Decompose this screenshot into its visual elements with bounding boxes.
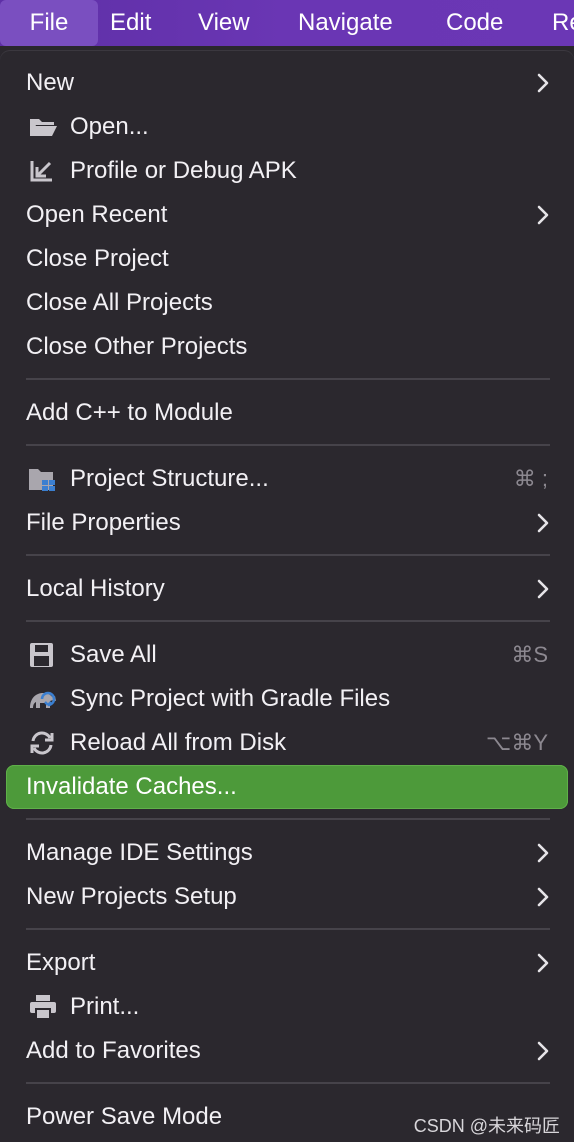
- menu-item-label: Open Recent: [26, 201, 168, 228]
- menu-separator: [26, 554, 550, 556]
- menu-item-close-project[interactable]: Close Project: [0, 237, 574, 281]
- menu-item-shortcut: ⌥⌘Y: [485, 730, 548, 755]
- import-arrow-icon: [30, 161, 52, 182]
- file-menu-dropdown: New Open... Profile or Debug APK Open Re…: [0, 50, 574, 1142]
- chevron-right-icon: [537, 205, 549, 225]
- menubar-navigate[interactable]: Navigate: [298, 0, 393, 46]
- chevron-right-icon: [537, 843, 549, 863]
- menu-item-label: Profile or Debug APK: [70, 157, 297, 184]
- menu-item-label: Manage IDE Settings: [26, 839, 253, 866]
- menu-item-label: File Properties: [26, 509, 181, 536]
- menubar-edit[interactable]: Edit: [110, 0, 151, 46]
- chevron-right-icon: [537, 1041, 549, 1061]
- menu-separator: [26, 378, 550, 380]
- chevron-right-icon: [537, 579, 549, 599]
- menu-separator: [26, 818, 550, 820]
- menu-item-export[interactable]: Export: [0, 941, 574, 985]
- menu-item-label: New: [26, 69, 75, 96]
- menu-item-sync-gradle[interactable]: Sync Project with Gradle Files: [0, 677, 574, 721]
- menu-item-label: Invalidate Caches...: [26, 773, 237, 800]
- menu-item-label: Export: [26, 949, 96, 976]
- menu-item-label: Local History: [26, 575, 165, 602]
- menu-item-open[interactable]: Open...: [0, 105, 574, 149]
- menu-item-label: Add C++ to Module: [26, 399, 233, 426]
- menu-item-label: Reload All from Disk: [70, 729, 287, 756]
- menu-item-label: Close Other Projects: [26, 333, 248, 360]
- menu-item-label: Project Structure...: [70, 465, 269, 492]
- menu-item-new[interactable]: New: [0, 61, 574, 105]
- menu-item-project-structure[interactable]: Project Structure... ⌘ ;: [0, 457, 574, 501]
- menu-separator: [26, 620, 550, 622]
- printer-icon: [30, 995, 56, 1020]
- menubar-code[interactable]: Code: [446, 0, 503, 46]
- chevron-right-icon: [537, 953, 549, 973]
- menu-item-label: Power Save Mode: [26, 1103, 223, 1130]
- menu-item-label: Close Project: [26, 245, 169, 272]
- menu-item-label: Close All Projects: [26, 289, 213, 316]
- chevron-right-icon: [537, 887, 549, 907]
- menu-separator: [26, 444, 550, 446]
- menu-bar: File Edit View Navigate Code Re: [0, 0, 574, 46]
- menu-item-print[interactable]: Print...: [0, 985, 574, 1029]
- menu-item-save-all[interactable]: Save All ⌘S: [0, 633, 574, 677]
- menu-item-add-cpp-to-module[interactable]: Add C++ to Module: [0, 391, 574, 435]
- menu-item-label: Sync Project with Gradle Files: [70, 685, 391, 712]
- reload-icon: [30, 731, 54, 755]
- menu-item-label: Open...: [70, 113, 149, 140]
- menu-separator: [26, 1082, 550, 1084]
- menubar-refactor[interactable]: Re: [552, 0, 574, 46]
- menu-item-label: Add to Favorites: [26, 1037, 201, 1064]
- menubar-view[interactable]: View: [198, 0, 250, 46]
- menu-item-close-all-projects[interactable]: Close All Projects: [0, 281, 574, 325]
- project-structure-icon: [29, 469, 55, 491]
- watermark: CSDN @未来码匠: [413, 1116, 560, 1136]
- menu-item-local-history[interactable]: Local History: [0, 567, 574, 611]
- menu-item-add-to-favorites[interactable]: Add to Favorites: [0, 1029, 574, 1073]
- menu-item-close-other-projects[interactable]: Close Other Projects: [0, 325, 574, 369]
- menu-item-reload-all[interactable]: Reload All from Disk ⌥⌘Y: [0, 721, 574, 765]
- menu-item-label: New Projects Setup: [26, 883, 237, 910]
- gradle-sync-icon: [30, 691, 56, 708]
- menu-item-new-projects-setup[interactable]: New Projects Setup: [0, 875, 574, 919]
- menu-item-shortcut: ⌘S: [511, 642, 548, 667]
- menu-item-open-recent[interactable]: Open Recent: [0, 193, 574, 237]
- menu-item-profile-debug-apk[interactable]: Profile or Debug APK: [0, 149, 574, 193]
- save-icon: [30, 643, 53, 667]
- menu-item-manage-ide-settings[interactable]: Manage IDE Settings: [0, 831, 574, 875]
- folder-open-icon: [30, 119, 57, 136]
- menu-separator: [26, 928, 550, 930]
- chevron-right-icon: [537, 73, 549, 93]
- menubar-file[interactable]: File: [0, 0, 98, 46]
- menu-item-label: Print...: [70, 993, 140, 1020]
- chevron-right-icon: [537, 513, 549, 533]
- menu-item-label: Save All: [70, 641, 157, 668]
- menu-item-file-properties[interactable]: File Properties: [0, 501, 574, 545]
- menu-item-invalidate-caches[interactable]: Invalidate Caches...: [0, 765, 574, 809]
- menu-item-shortcut: ⌘ ;: [513, 466, 548, 491]
